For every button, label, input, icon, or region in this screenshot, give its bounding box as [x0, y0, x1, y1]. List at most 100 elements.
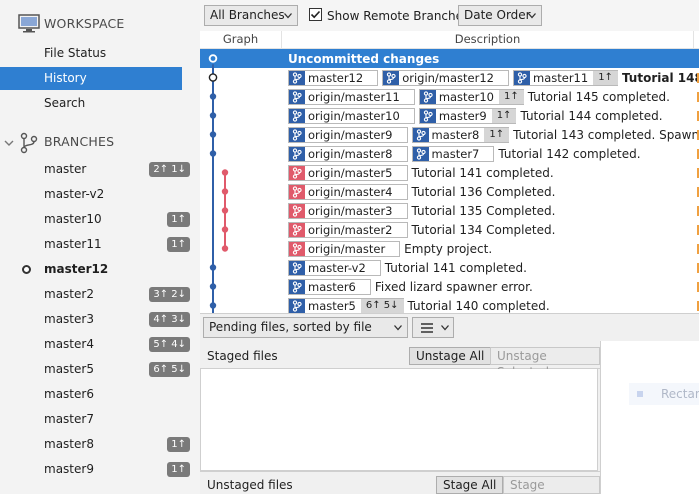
branch-icon [289, 222, 305, 237]
commit-description: origin/master Empty project. [288, 239, 492, 258]
commit-message: Tutorial 136 Completed. [411, 184, 556, 199]
branch-name: master [44, 162, 87, 176]
branches-header[interactable]: BRANCHES [0, 128, 200, 156]
branch-tag[interactable]: master11 1↑ [513, 69, 618, 86]
branch-item[interactable]: master12 [0, 257, 200, 282]
branch-icon [289, 184, 305, 199]
view-mode-dropdown[interactable] [412, 317, 454, 338]
remote-branch-tag[interactable]: origin/master [288, 240, 401, 257]
branch-tag-label: origin/master10 [308, 108, 400, 123]
commit-message: Tutorial 148 c [621, 70, 699, 85]
branch-item[interactable]: master10 1↑ [0, 207, 200, 232]
remote-branch-tag[interactable]: origin/master3 [288, 202, 408, 219]
branch-item[interactable]: master5 6↑ 5↓ [0, 357, 200, 382]
branch-filter-dropdown[interactable]: All Branches [204, 5, 298, 26]
branch-name: master2 [44, 287, 94, 301]
diff-hint: Rectan [629, 383, 699, 405]
branch-tag-label: master6 [308, 279, 356, 294]
pending-sort-dropdown[interactable]: Pending files, sorted by file status [203, 317, 408, 353]
order-dropdown[interactable]: Date Order [458, 5, 542, 26]
branch-tag[interactable]: master5 6↑ 5↓ [288, 297, 404, 313]
branch-tag[interactable]: master12 [288, 69, 379, 86]
branch-item[interactable]: master4 5↑ 4↓ [0, 332, 200, 357]
unstage-selected-button[interactable]: Unstage Selected [490, 347, 600, 379]
commit-node [209, 283, 217, 290]
sidebar-item-search[interactable]: Search [0, 92, 182, 115]
stage-selected-button[interactable]: Stage Selected [503, 476, 600, 494]
sidebar-item-file-status[interactable]: File Status [0, 42, 182, 65]
commit-node [209, 93, 217, 100]
commit-message: Tutorial 141 completed. [384, 260, 527, 275]
remote-branch-tag[interactable]: origin/master2 [288, 221, 408, 238]
chevron-down-icon [394, 325, 402, 331]
branch-icon [514, 70, 530, 85]
remote-branch-tag[interactable]: origin/master12 [382, 69, 509, 86]
branch-tag-label: master8 [431, 127, 480, 142]
branch-icon [289, 298, 305, 313]
branch-item[interactable]: master3 4↑ 3↓ [0, 307, 200, 332]
staged-files-list[interactable] [200, 369, 598, 471]
ahead-behind-badge: 1↑ [484, 127, 510, 142]
branch-icon [412, 146, 429, 161]
stage-all-button[interactable]: Stage All [436, 476, 504, 494]
branch-tag[interactable]: master9 1↑ [418, 107, 517, 124]
commit-node [221, 226, 229, 233]
branch-icon [289, 108, 305, 123]
branch-item[interactable]: master 2↑ 1↓ [0, 157, 200, 182]
commit-description: origin/master11 master10 1↑ Tutorial 145 co… [288, 87, 670, 106]
branch-item[interactable]: master9 1↑ [0, 457, 200, 482]
branch-item[interactable]: master2 3↑ 2↓ [0, 282, 200, 307]
ahead-behind-badge: 1↑ [491, 108, 517, 123]
ahead-behind-badge: 1↑ [167, 462, 190, 477]
sidebar-item-history[interactable]: History [0, 67, 182, 90]
show-remote-checkbox[interactable] [309, 8, 322, 21]
branch-icon [289, 279, 305, 294]
branch-item[interactable]: master6 [0, 382, 200, 407]
ahead-behind-badge: 1↑ [167, 212, 190, 227]
branch-icon [419, 108, 436, 123]
branch-tag-label: master9 [438, 108, 487, 123]
commit-message: Tutorial 140 completed. [407, 298, 550, 313]
branch-icon [412, 127, 429, 142]
graph-column-header[interactable]: Graph [200, 31, 282, 49]
branch-tag[interactable]: master10 1↑ [418, 88, 524, 105]
remote-branch-tag[interactable]: origin/master9 [288, 126, 408, 143]
remote-branch-tag[interactable]: origin/master8 [288, 145, 408, 162]
monitor-icon [18, 14, 40, 34]
commit-node [209, 150, 217, 157]
unstaged-files-title: Unstaged files [207, 478, 293, 492]
uncommitted-node-center [210, 56, 216, 61]
show-remote-label[interactable]: Show Remote Branches [327, 9, 469, 23]
commit-description: master6 Fixed lizard spawner error. [288, 277, 533, 296]
unstage-all-button[interactable]: Unstage All [409, 347, 492, 365]
branch-icon [289, 260, 305, 275]
branch-tag[interactable]: master-v2 [288, 259, 381, 276]
commit-node [209, 112, 217, 119]
remote-branch-tag[interactable]: origin/master11 [288, 88, 415, 105]
description-column-header[interactable]: Description [282, 31, 694, 49]
commit-description: origin/master5 Tutorial 141 completed. [288, 163, 554, 182]
branch-item[interactable]: master7 [0, 407, 200, 432]
commit-description: origin/master8 master7 Tutorial 142 comple… [288, 144, 641, 163]
branch-tag-label: origin/master5 [308, 165, 393, 180]
remote-branch-tag[interactable]: origin/master4 [288, 183, 408, 200]
branch-tag[interactable]: master6 [288, 278, 371, 295]
branch-item[interactable]: master8 1↑ [0, 432, 200, 457]
branch-tag[interactable]: master7 [411, 145, 495, 162]
remote-branch-tag[interactable]: origin/master10 [288, 107, 415, 124]
commit-history-list[interactable]: Uncommitted changes master12 origin/master… [200, 49, 699, 313]
branch-name: master12 [44, 262, 109, 276]
branch-item[interactable]: master11 1↑ [0, 232, 200, 257]
remote-branch-tag[interactable]: origin/master5 [288, 164, 408, 181]
commit-node [221, 207, 229, 214]
workspace-header[interactable]: WORKSPACE [0, 10, 200, 38]
branch-name: master9 [44, 462, 94, 476]
branch-item[interactable]: master-v2 [0, 182, 200, 207]
commit-node [221, 245, 229, 252]
branch-tag[interactable]: master8 1↑ [411, 126, 510, 143]
ahead-behind-badge: 1↑ [499, 89, 524, 104]
branch-name: master4 [44, 337, 94, 351]
branch-tag-label: master7 [431, 146, 480, 161]
branch-icon [289, 70, 305, 85]
commit-message: Tutorial 142 completed. [498, 146, 641, 161]
